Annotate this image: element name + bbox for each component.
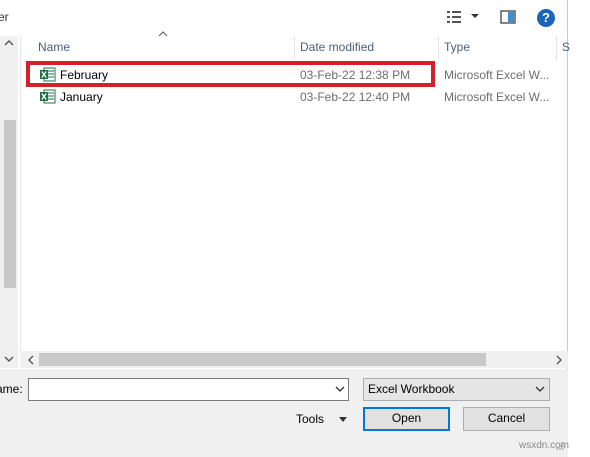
sort-ascending-icon: [158, 31, 168, 37]
chevron-left-icon[interactable]: [27, 355, 35, 365]
file-type: Microsoft Excel W...: [444, 68, 550, 82]
help-icon[interactable]: ?: [537, 9, 555, 27]
file-name-input[interactable]: [30, 380, 334, 399]
column-divider[interactable]: [438, 36, 439, 60]
column-header-date-modified[interactable]: Date modified: [300, 36, 374, 60]
chevron-down-icon[interactable]: [4, 354, 14, 364]
file-name-label: ame:: [0, 382, 23, 396]
horizontal-scrollbar-thumb[interactable]: [39, 353, 486, 366]
column-header-name[interactable]: Name: [38, 36, 70, 60]
nav-scrollbar-thumb[interactable]: [4, 120, 16, 288]
caret-down-icon[interactable]: [339, 417, 347, 423]
file-type: Microsoft Excel W...: [444, 90, 550, 104]
chevron-up-icon[interactable]: [4, 38, 14, 48]
chevron-down-icon[interactable]: [535, 386, 545, 393]
chevron-down-icon[interactable]: [470, 12, 480, 20]
chevron-right-icon[interactable]: [555, 355, 563, 365]
open-button[interactable]: Open: [363, 407, 450, 431]
chevron-down-icon[interactable]: [335, 386, 345, 393]
excel-file-icon: [40, 89, 56, 104]
tools-menu-button[interactable]: Tools: [296, 412, 324, 426]
column-divider[interactable]: [556, 36, 557, 60]
selection-highlight-box: [26, 61, 435, 87]
column-header-type[interactable]: Type: [444, 36, 470, 60]
file-row[interactable]: January 03-Feb-22 12:40 PM Microsoft Exc…: [24, 86, 549, 108]
column-header-size[interactable]: S: [562, 36, 570, 60]
file-type-selected: Excel Workbook: [368, 382, 455, 396]
resize-grip-icon[interactable]: [555, 441, 565, 451]
column-divider[interactable]: [294, 36, 295, 60]
file-name: January: [60, 90, 103, 104]
toolbar-partial-label: er: [0, 10, 9, 24]
dialog-toolbar: [0, 0, 568, 36]
view-options-icon[interactable]: [446, 10, 462, 24]
cancel-button[interactable]: Cancel: [463, 407, 550, 431]
preview-pane-icon[interactable]: [500, 10, 516, 24]
file-date: 03-Feb-22 12:40 PM: [300, 90, 411, 104]
pane-divider: [20, 36, 21, 368]
